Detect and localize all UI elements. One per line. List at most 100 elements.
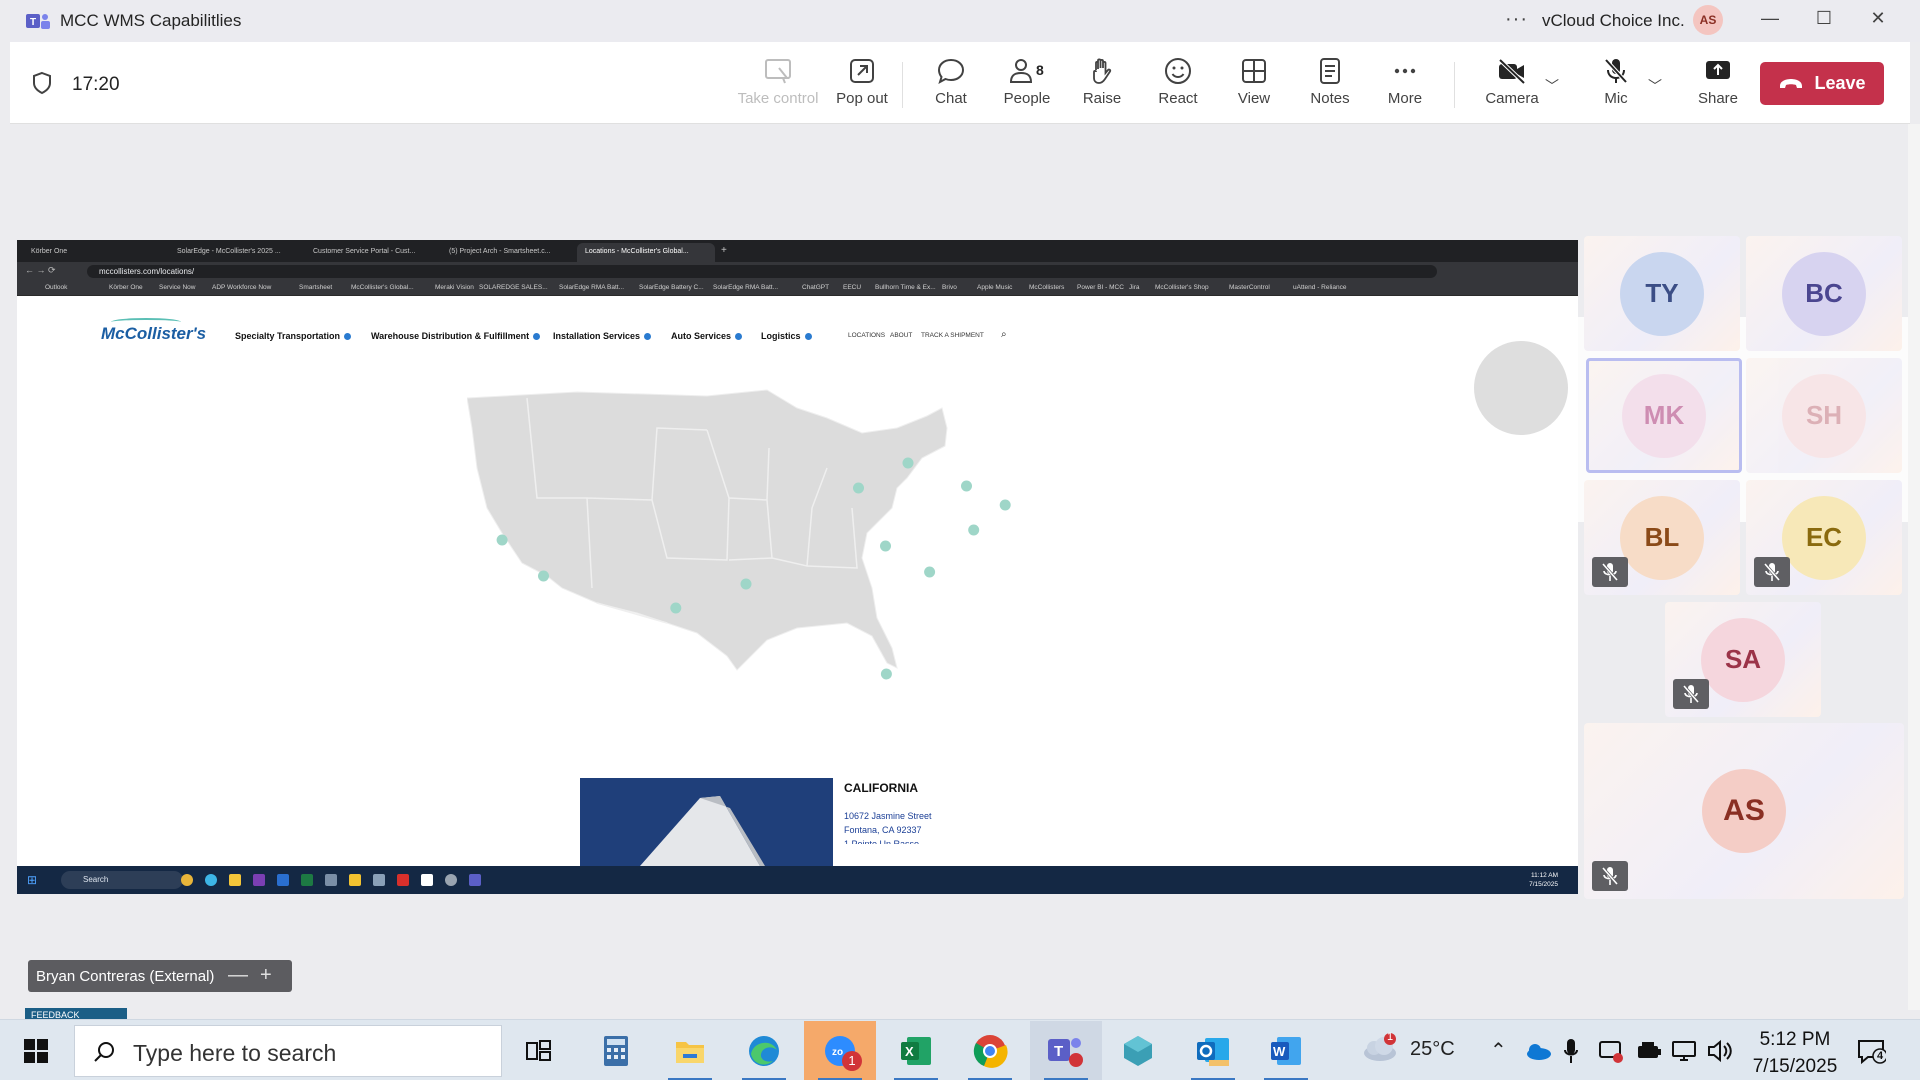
people-button[interactable]: 8 People (987, 56, 1067, 118)
screen-record-icon[interactable] (1598, 1038, 1624, 1064)
excel-app-icon[interactable]: X (880, 1021, 952, 1080)
participant-tile[interactable]: EC (1746, 480, 1902, 595)
taskbar-search[interactable]: Type here to search (74, 1025, 502, 1077)
bookmark-item[interactable]: SolarEdge RMA Batt... (559, 284, 624, 291)
location-dot[interactable] (853, 482, 864, 494)
view-button[interactable]: View (1214, 56, 1294, 118)
bookmark-item[interactable]: SOLAREDGE SALES... (479, 284, 548, 291)
search-icon[interactable]: ⌕ (1001, 329, 1007, 340)
bookmark-item[interactable]: McCollister's Global... (351, 284, 414, 291)
excel-icon[interactable] (301, 874, 313, 886)
address-line-1[interactable]: 10672 Jasmine Street (844, 811, 932, 821)
mic-options-chevron-icon[interactable]: ﹀ (1648, 76, 1662, 96)
maximize-icon[interactable]: ☐ (1804, 8, 1844, 34)
onedrive-icon[interactable] (1524, 1042, 1552, 1060)
participant-tile[interactable]: SH (1746, 358, 1902, 473)
outlook-app-icon[interactable] (1177, 1021, 1249, 1080)
snipping-icon[interactable] (373, 874, 385, 886)
file-explorer-icon[interactable] (229, 874, 241, 886)
location-dot[interactable] (902, 457, 914, 469)
participant-tile[interactable]: BL (1584, 480, 1740, 595)
zoom-in-icon[interactable]: + (260, 964, 272, 987)
browser-tab[interactable]: SolarEdge - McCollister's 2025 ... (169, 243, 303, 262)
onenote-icon[interactable] (253, 874, 265, 886)
bookmark-item[interactable]: Smartsheet (299, 284, 332, 291)
zoom-app-icon[interactable]: zo 1 (804, 1021, 876, 1080)
location-dot[interactable] (880, 668, 892, 680)
address-line-2[interactable]: Fontana, CA 92337 (844, 825, 922, 835)
bookmark-item[interactable]: Apple Music (977, 284, 1012, 291)
new-tab-icon[interactable]: + (717, 243, 735, 262)
bookmark-item[interactable]: SolarEdge RMA Batt... (713, 284, 778, 291)
take-control-button[interactable]: Take control (728, 56, 828, 118)
teams-icon[interactable] (469, 874, 481, 886)
task-view-icon[interactable] (503, 1021, 575, 1080)
nav-locations[interactable]: LOCATIONS (848, 332, 885, 339)
location-dot[interactable] (496, 534, 508, 546)
pop-out-button[interactable]: Pop out (822, 56, 902, 118)
bookmark-item[interactable]: Meraki Vision (435, 284, 474, 291)
nav-warehouse[interactable]: Warehouse Distribution & Fulfillment (371, 331, 541, 341)
remote-desktop-app-icon[interactable] (1102, 1021, 1174, 1080)
minimize-icon[interactable]: — (1750, 8, 1790, 34)
volume-icon[interactable] (1706, 1038, 1734, 1064)
browser-tab[interactable]: Customer Service Portal - Cust... (305, 243, 439, 262)
nav-specialty-transportation[interactable]: Specialty Transportation (235, 331, 352, 341)
bookmark-item[interactable]: MasterControl (1229, 284, 1270, 291)
sticky-notes-icon[interactable] (349, 874, 361, 886)
battery-icon[interactable] (1636, 1040, 1662, 1062)
remote-windows-icon[interactable]: ⊞ (27, 873, 37, 887)
bookmark-item[interactable]: McCollister's Shop (1155, 284, 1209, 291)
edge-icon[interactable] (205, 874, 217, 886)
location-dot[interactable] (961, 480, 972, 492)
chat-button[interactable]: Chat (911, 56, 991, 118)
url-field[interactable]: mccollisters.com/locations/ (87, 265, 1437, 278)
bookmark-item[interactable]: SolarEdge Battery C... (639, 284, 704, 291)
browser-tab[interactable]: Körber One (23, 243, 167, 262)
more-options-icon[interactable]: ··· (1505, 8, 1528, 31)
outlook-icon[interactable] (277, 874, 289, 886)
acrobat-icon[interactable] (397, 874, 409, 886)
bookmark-item[interactable]: ChatGPT (802, 284, 829, 291)
notes-button[interactable]: Notes (1290, 56, 1370, 118)
microphone-icon[interactable] (1564, 1038, 1578, 1064)
participant-tile[interactable]: MK (1586, 358, 1742, 473)
zoom-out-icon[interactable]: — (228, 964, 248, 987)
word-app-icon[interactable]: W (1250, 1021, 1322, 1080)
chrome-app-icon[interactable] (954, 1021, 1026, 1080)
participant-tile[interactable]: BC (1746, 236, 1902, 351)
bookmark-item[interactable]: EECU (843, 284, 861, 291)
location-dot[interactable] (538, 570, 549, 582)
windows-start-icon[interactable] (24, 1039, 48, 1063)
participant-tile[interactable]: TY (1584, 236, 1740, 351)
browser-tab-active[interactable]: Locations - McCollister's Global... (577, 243, 715, 262)
close-icon[interactable]: ✕ (1858, 8, 1898, 34)
bookmark-item[interactable]: Brivo (942, 284, 957, 291)
calculator-icon[interactable] (325, 874, 337, 886)
remote-search[interactable]: Search (61, 871, 183, 889)
location-dot[interactable] (968, 524, 980, 536)
location-dot[interactable] (999, 499, 1011, 511)
share-button[interactable]: Share (1678, 56, 1758, 118)
calculator-app-icon[interactable] (580, 1021, 652, 1080)
bookmark-item[interactable]: Power BI - MCC (1077, 284, 1124, 291)
nav-installation[interactable]: Installation Services (553, 331, 652, 341)
bookmark-item[interactable]: Outlook (45, 284, 67, 291)
location-dot[interactable] (740, 578, 752, 590)
edge-app-icon[interactable] (728, 1021, 800, 1080)
bookmark-item[interactable]: Bullhorn Time & Ex... (875, 284, 936, 291)
nav-logistics[interactable]: Logistics (761, 331, 812, 341)
nav-about[interactable]: ABOUT (890, 332, 912, 339)
system-clock[interactable]: 5:12 PM 7/15/2025 (1740, 1026, 1850, 1080)
network-icon[interactable] (1670, 1038, 1698, 1064)
camera-options-chevron-icon[interactable]: ﹀ (1545, 76, 1559, 96)
participant-tile[interactable]: AS (1584, 723, 1904, 899)
react-button[interactable]: React (1138, 56, 1218, 118)
location-dot[interactable] (880, 540, 891, 552)
bookmark-item[interactable]: McCollisters (1029, 284, 1064, 291)
bookmark-item[interactable]: Service Now (159, 284, 195, 291)
mic-button[interactable]: Mic (1576, 56, 1656, 118)
bookmark-item[interactable]: Körber One (109, 284, 143, 291)
notepad-icon[interactable] (421, 874, 433, 886)
organization-name[interactable]: vCloud Choice Inc. (1542, 11, 1685, 31)
